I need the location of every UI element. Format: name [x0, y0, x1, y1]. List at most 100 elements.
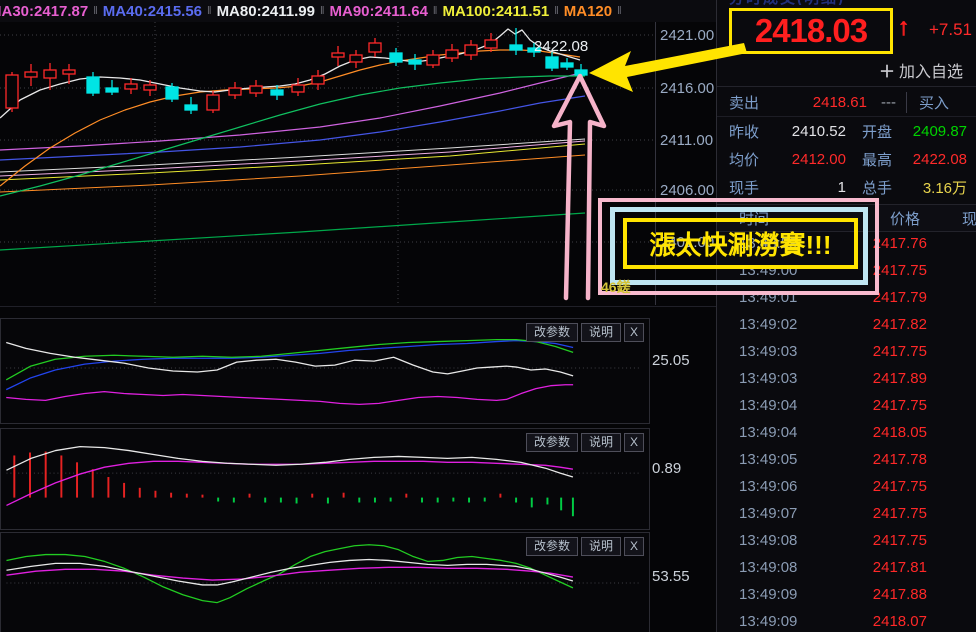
- tick-price: 2417.75: [872, 478, 927, 495]
- tick-price: 2417.75: [872, 505, 927, 522]
- help-button[interactable]: 说明: [580, 537, 621, 556]
- col-lot: 现: [961, 210, 976, 228]
- tick-row: 13:49:03 2417.75: [717, 338, 976, 365]
- ma-indicator-bar: MA30:2417.87 ‖ MA40:2415.56 ‖ MA80:2411.99 ‖ M…: [0, 0, 716, 22]
- axis-tick: 2421.00: [660, 27, 715, 44]
- ma-label: MA30:2417.87: [0, 2, 89, 20]
- tick-price: 2417.88: [872, 586, 927, 603]
- tick-row: 13:49:08 2417.81: [717, 554, 976, 581]
- annotation-callout-box: 漲太快涮澇賽!!!: [623, 218, 858, 269]
- quote-info-grid: 卖出 2418.61 --- 买入 昨收 2410.52 开盘 2409.87 …: [717, 88, 976, 201]
- annotation-text: 漲太快涮澇賽!!!: [649, 230, 832, 260]
- plus-icon: ＋: [878, 64, 895, 81]
- ma-label: MA100:2411.51: [442, 2, 550, 20]
- total-volume-value: 3.16万: [922, 179, 968, 197]
- tick-time: 13:49:06: [739, 478, 798, 495]
- total-volume-label: 总手: [862, 179, 893, 197]
- tick-time: 13:49:03: [739, 370, 798, 387]
- ma-label: MA80:2411.99: [216, 2, 315, 20]
- last-price-box: 2418.03: [729, 8, 893, 54]
- tick-row: 13:49:05 2417.78: [717, 446, 976, 473]
- spread-dash: ---: [881, 93, 896, 111]
- prev-close-label: 昨收: [729, 123, 760, 141]
- tick-time: 13:49:08: [739, 532, 798, 549]
- main-candlestick-chart[interactable]: [0, 22, 655, 305]
- axis-tick: 2411.00: [660, 132, 714, 149]
- ma-separator: ‖: [432, 5, 438, 17]
- corner-note: 46鎈: [601, 279, 631, 295]
- tick-row: 13:49:04 2418.05: [717, 419, 976, 446]
- tick-time: 13:49:07: [739, 505, 798, 522]
- indicator-panel-1: 改参数 说明 X: [0, 318, 650, 424]
- indicator-value-1: 25.05: [652, 352, 690, 369]
- high-label: 最高: [862, 151, 893, 169]
- tick-time: 13:49:09: [739, 586, 798, 603]
- change-params-button[interactable]: 改参数: [525, 537, 578, 556]
- axis-tick: 2406.00: [660, 182, 715, 199]
- tick-time: 13:49:04: [739, 397, 798, 414]
- tick-time: 13:49:02: [739, 316, 798, 333]
- trading-app-window: MA30:2417.87 ‖ MA40:2415.56 ‖ MA80:2411.99 ‖ M…: [0, 0, 976, 632]
- tick-row: 13:49:07 2417.75: [717, 500, 976, 527]
- prev-close-value: 2410.52: [791, 122, 846, 140]
- axis-tick: 2416.00: [660, 80, 715, 97]
- tick-time: 13:49:04: [739, 424, 798, 441]
- close-panel-button[interactable]: X: [623, 323, 644, 342]
- change-params-button[interactable]: 改参数: [525, 433, 578, 452]
- avg-value: 2412.00: [791, 150, 846, 168]
- tick-price: 2417.81: [872, 559, 927, 576]
- sell-label: 卖出: [729, 94, 760, 112]
- change-params-button[interactable]: 改参数: [525, 323, 578, 342]
- avg-label: 均价: [729, 151, 760, 169]
- indicator-value-2: 0.89: [652, 460, 682, 477]
- ma-separator: ‖: [554, 5, 559, 17]
- tick-price: 2417.78: [872, 451, 927, 468]
- tick-row: 13:49:06 2417.75: [717, 473, 976, 500]
- tick-price: 2417.82: [872, 316, 927, 333]
- close-panel-button[interactable]: X: [623, 433, 644, 452]
- add-to-watchlist-button[interactable]: ＋ 加入自选: [717, 54, 976, 87]
- ma-label: MA40:2415.56: [102, 2, 203, 20]
- watchlist-label: 加入自选: [898, 64, 963, 81]
- sell-price: 2418.61: [812, 93, 867, 111]
- tick-time: 13:49:09: [739, 613, 798, 630]
- clipped-panel-title: 分时成交(明细): [729, 0, 959, 5]
- tick-row: 13:49:08 2417.75: [717, 527, 976, 554]
- buy-label: 买入: [906, 91, 949, 113]
- tick-row: 13:49:09 2418.07: [717, 608, 976, 632]
- tick-time: 13:49:05: [739, 451, 798, 468]
- tick-price: 2417.89: [872, 370, 927, 387]
- tick-row: 13:49:09 2417.88: [717, 581, 976, 608]
- current-lot-label: 现手: [729, 179, 760, 197]
- close-panel-button[interactable]: X: [623, 537, 644, 556]
- last-price: 2418.03: [754, 12, 868, 49]
- sell-buy-row: 卖出 2418.61 --- 买入: [717, 88, 976, 117]
- price-up-arrow-icon: ↑: [897, 13, 910, 41]
- indicator-value-3: 53.55: [652, 568, 690, 585]
- high-value: 2422.08: [912, 150, 968, 168]
- tick-row: 13:49:02 2417.82: [717, 311, 976, 338]
- ma-separator: ‖: [319, 5, 325, 17]
- help-button[interactable]: 说明: [580, 433, 621, 452]
- ma-label: MA90:2411.64: [329, 2, 428, 20]
- tick-price: 2418.07: [872, 613, 927, 630]
- help-button[interactable]: 说明: [580, 323, 621, 342]
- quote-panel: 分时成交(明细) 2418.03 ↑ +7.51 ＋ 加入自选 卖出 2418.…: [716, 0, 976, 632]
- ma-label: MA120: [563, 2, 613, 20]
- prev-open-row: 昨收 2410.52 开盘 2409.87: [717, 117, 976, 145]
- tick-time: 13:49:08: [739, 559, 798, 576]
- indicator-panel-2: 改参数 说明 X: [0, 428, 650, 530]
- divider: [0, 306, 716, 307]
- tick-price: 2417.75: [872, 532, 927, 549]
- current-lot-value: 1: [837, 178, 846, 196]
- high-price-label: 2422.08: [534, 38, 589, 55]
- tick-time: 13:49:03: [739, 343, 798, 360]
- avg-high-row: 均价 2412.00 最高 2422.08: [717, 145, 976, 173]
- ma-separator: ‖: [93, 5, 98, 17]
- ma-separator: ‖: [207, 5, 212, 17]
- ma-separator: ‖: [617, 5, 622, 17]
- lot-volume-row: 现手 1 总手 3.16万: [717, 173, 976, 201]
- indicator-panel-3: 改参数 说明 X: [0, 532, 650, 632]
- tick-price: 2418.05: [872, 424, 927, 441]
- tick-price: 2417.75: [872, 343, 927, 360]
